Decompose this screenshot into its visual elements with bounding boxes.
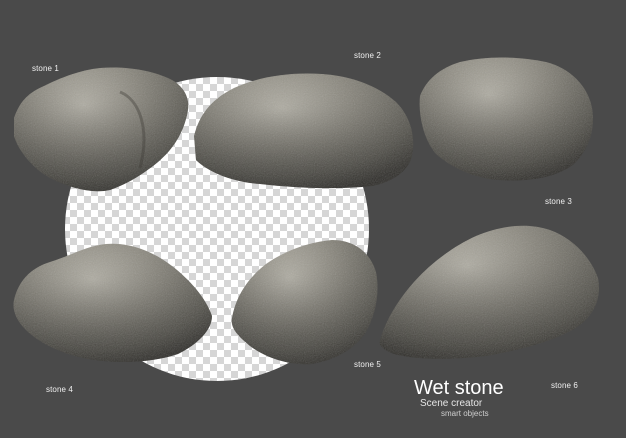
stone-2-label: stone 2 (354, 51, 381, 60)
stone-1-label: stone 1 (32, 64, 59, 73)
page-subtitle: Scene creator (420, 398, 483, 409)
stone-6-image (379, 225, 600, 359)
stone-5-label: stone 5 (354, 360, 381, 369)
stone-3-image (419, 57, 594, 181)
title-block: Wet stone Scene creator smart objects (414, 378, 504, 418)
page-caption: smart objects (441, 409, 489, 418)
page-title: Wet stone (414, 377, 504, 399)
stone-3-label: stone 3 (545, 197, 572, 206)
stone-4-label: stone 4 (46, 385, 73, 394)
stone-6-label: stone 6 (551, 381, 578, 390)
scene-canvas (13, 57, 600, 381)
